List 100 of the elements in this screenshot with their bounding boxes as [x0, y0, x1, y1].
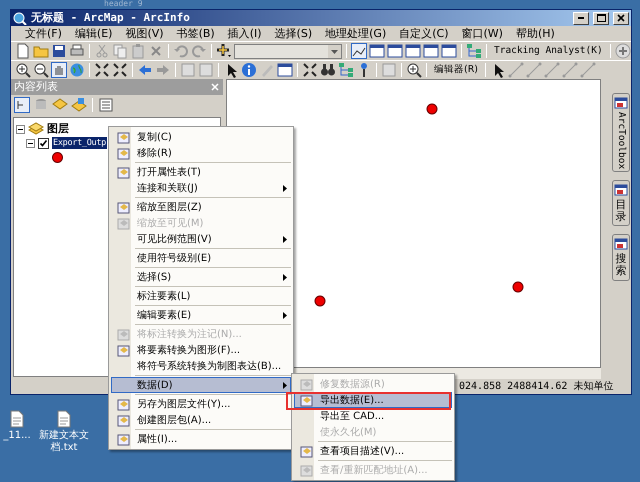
- window-icon: [614, 183, 628, 198]
- layer-name[interactable]: Export_Outp: [52, 136, 107, 150]
- text-file-icon[interactable]: [55, 410, 73, 428]
- menu-item[interactable]: 可见比例范围(V): [111, 231, 291, 247]
- menu-item[interactable]: 编辑要素(E): [111, 307, 291, 323]
- menu-item[interactable]: 移除(R): [111, 145, 291, 161]
- tracking-analyst-dropdown[interactable]: Tracking Analyst(K): [491, 44, 606, 58]
- menu-item-icon: [298, 462, 314, 478]
- window-icon: [614, 96, 628, 110]
- zoom-icon[interactable]: [406, 62, 422, 78]
- search-window-icon[interactable]: [405, 43, 421, 59]
- dock-tab[interactable]: 目录: [612, 180, 630, 226]
- menu-item-icon: [116, 164, 130, 180]
- collapse-icon[interactable]: [16, 124, 25, 134]
- zoom-in-icon[interactable]: [15, 62, 31, 78]
- collapse-icon[interactable]: [26, 138, 35, 148]
- toolbox-window-icon[interactable]: [423, 43, 439, 59]
- scale-combo-field[interactable]: [234, 44, 342, 58]
- menu-item[interactable]: 复制(C): [111, 129, 291, 145]
- table-window-icon[interactable]: [369, 43, 385, 59]
- menu-item-icon: [116, 432, 130, 446]
- menu-item[interactable]: 插入(I): [222, 26, 268, 40]
- menu-item[interactable]: 将要素转换为图形(F)...: [111, 342, 291, 358]
- back-arrow-icon[interactable]: [137, 62, 153, 78]
- fixed-zoom-in-icon[interactable]: [94, 62, 110, 78]
- fixed-zoom-out-icon[interactable]: [112, 62, 128, 78]
- close-button[interactable]: [613, 12, 629, 24]
- menu-item[interactable]: 打开属性表(T): [111, 164, 291, 180]
- maximize-icon: [596, 14, 606, 22]
- submenu-arrow-icon: [282, 234, 288, 244]
- menu-item[interactable]: 将符号系统转换为制图表达(B)...: [111, 358, 291, 374]
- file-icon[interactable]: [8, 410, 26, 428]
- menu-item-icon: [116, 216, 130, 230]
- layer-checkbox[interactable]: [38, 138, 49, 148]
- menu-item-icon: [116, 130, 130, 144]
- desktop-icon-label[interactable]: 新建文本文档.txt: [34, 430, 94, 453]
- point-symbol: [52, 152, 63, 162]
- menu-item[interactable]: 自定义(C): [393, 26, 454, 40]
- add-data-icon[interactable]: [216, 43, 232, 59]
- add-icon[interactable]: [614, 43, 631, 59]
- menu-item-icon: [298, 376, 314, 392]
- find-binoculars-icon[interactable]: [320, 62, 336, 78]
- menu-item-icon: [116, 326, 130, 342]
- menu-item[interactable]: 选择(S): [268, 26, 318, 40]
- info-icon[interactable]: [241, 62, 257, 78]
- menu-item[interactable]: 缩放至图层(Z): [111, 199, 291, 215]
- list-by-selection-icon[interactable]: [71, 97, 87, 113]
- menu-item-icon: [116, 412, 130, 428]
- menu-item[interactable]: 查看项目描述(V)...: [294, 443, 452, 459]
- new-file-icon[interactable]: [15, 43, 31, 59]
- menu-item-icon: [116, 146, 130, 160]
- options-icon[interactable]: [98, 97, 114, 113]
- menu-item[interactable]: 属性(I)...: [111, 431, 291, 447]
- menu-item[interactable]: 帮助(H): [510, 26, 561, 40]
- submenu-arrow-icon: [282, 272, 288, 282]
- menu-item[interactable]: 导出至 CAD...: [294, 408, 452, 424]
- menu-item[interactable]: 另存为图层文件(Y)...: [111, 396, 291, 412]
- menu-item[interactable]: 书签(B): [170, 26, 221, 40]
- menu-item[interactable]: 连接和关联(J): [111, 180, 291, 196]
- window-icon: [614, 237, 628, 252]
- menu-item[interactable]: 文件(F): [19, 26, 68, 40]
- menu-item-icon: [116, 396, 130, 412]
- menu-item[interactable]: 标注要素(L): [111, 288, 291, 304]
- save-icon[interactable]: [51, 43, 67, 59]
- menu-item-icon: [298, 392, 314, 408]
- dock-tab[interactable]: ArcToolbox: [612, 93, 630, 172]
- layers-icon: [28, 121, 44, 137]
- menu-item[interactable]: 选择(S): [111, 269, 291, 285]
- map-point: [512, 281, 524, 292]
- submenu-arrow-icon: [282, 310, 288, 320]
- editor-dropdown[interactable]: 编辑器(R): [431, 62, 482, 78]
- close-icon: [617, 14, 625, 22]
- status-coordinates: 024.858 2488414.62 未知单位: [459, 380, 614, 394]
- menu-item[interactable]: 编辑(E): [68, 26, 118, 40]
- group-label[interactable]: 图层: [47, 120, 69, 138]
- map-icon[interactable]: [277, 62, 293, 78]
- python-window-icon[interactable]: [441, 43, 457, 59]
- maximize-button[interactable]: [593, 12, 609, 24]
- menu-item[interactable]: 创建图层包(A)...: [111, 412, 291, 428]
- minimize-icon: [578, 17, 584, 19]
- close-icon[interactable]: [210, 82, 220, 92]
- menu-item-icon: [298, 444, 314, 458]
- menu-item[interactable]: 数据(D): [111, 377, 291, 393]
- menu-item[interactable]: 视图(V): [119, 26, 170, 40]
- zoom-out-icon[interactable]: [33, 62, 49, 78]
- list-by-drawing-order-icon[interactable]: [14, 97, 30, 113]
- menu-item[interactable]: 窗口(W): [456, 26, 509, 40]
- menu-item[interactable]: 使用符号级别(E): [111, 250, 291, 266]
- catalog-window-icon[interactable]: [387, 43, 403, 59]
- window-title: 无标题 - ArcMap - ArcInfo: [31, 10, 191, 26]
- model-builder-icon[interactable]: [466, 43, 482, 59]
- menu-item-icon: [116, 200, 130, 214]
- menu-item[interactable]: 地理处理(G): [319, 26, 392, 40]
- map-point: [426, 103, 438, 114]
- desktop-caption: header 9: [104, 0, 143, 8]
- minimize-button[interactable]: [573, 12, 589, 24]
- dock-tab[interactable]: 搜索: [612, 234, 630, 281]
- menu-item-icon: [116, 342, 130, 358]
- map-point: [314, 295, 326, 306]
- desktop-icon-label[interactable]: _11...: [0, 430, 34, 442]
